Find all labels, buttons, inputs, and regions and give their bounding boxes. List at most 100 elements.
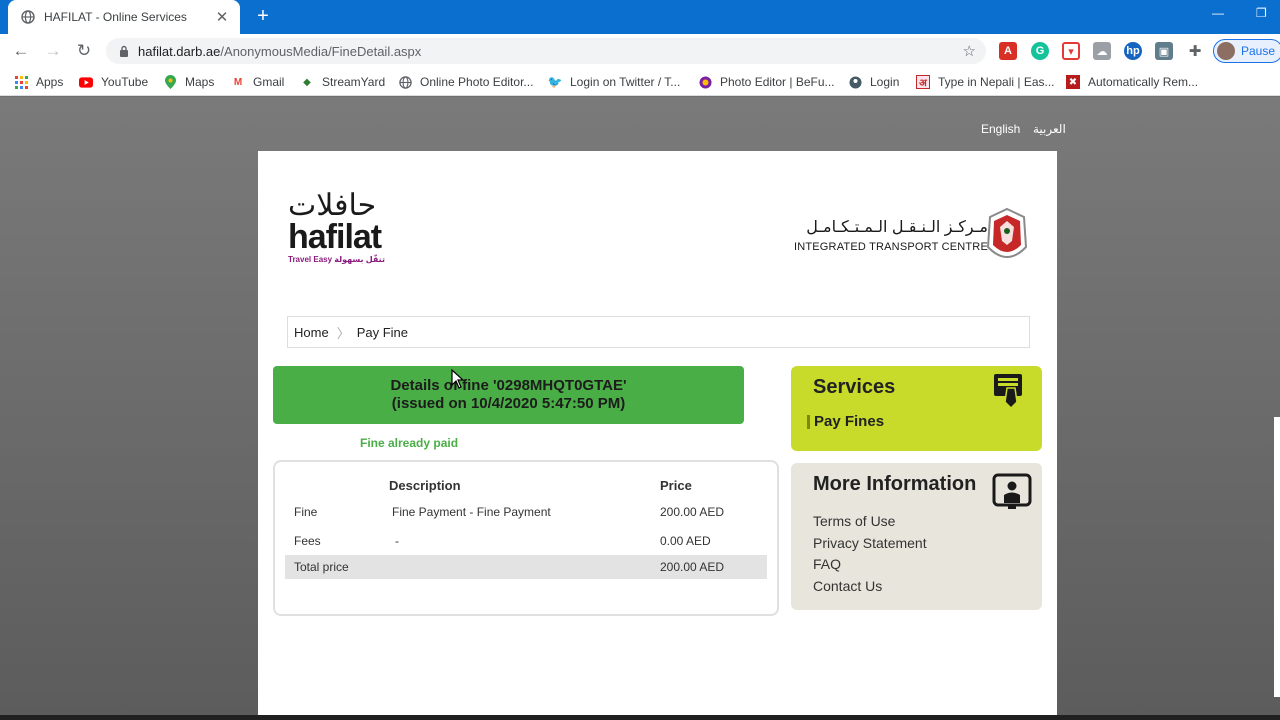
fees-row-label: Fees [294,534,321,548]
fees-row-price: 0.00 AED [660,534,711,548]
itc-logo-english: INTEGRATED TRANSPORT CENTRE [793,241,988,253]
fees-row-description: - [395,534,399,548]
login-icon [848,75,862,89]
breadcrumb-separator-icon: 〉 [336,325,350,341]
extensions-puzzle-icon[interactable]: ✚ [1186,42,1204,60]
terms-of-use-link[interactable]: Terms of Use [813,513,895,529]
more-information-title: More Information [813,473,977,495]
fine-status-text: Fine already paid [360,436,459,450]
bookmark-automatically-remove[interactable]: ✖ Automatically Rem... [1066,74,1198,90]
bookmark-label: Apps [36,75,64,89]
breadcrumb-home-link[interactable]: Home [294,325,329,340]
nepali-icon: अ [916,75,930,89]
fine-details-header: Details of fine '0298MHQT0GTAE' (issued … [273,366,744,424]
total-row-price: 200.00 AED [660,560,725,574]
fine-row-price: 200.00 AED [660,505,725,519]
remove-icon: ✖ [1066,75,1080,89]
hafilat-logo-english: hafilat [288,218,382,256]
hafilat-logo[interactable]: حافلات hafilat Travel Easy تنقّل بسهولة [288,191,388,275]
total-row-label: Total price [294,560,349,574]
grammarly-extension-icon[interactable]: G [1031,42,1049,60]
globe-icon [20,9,36,25]
address-bar[interactable]: hafilat.darb.ae/AnonymousMedia/FineDetai… [106,38,986,64]
page-edge-strip [1274,417,1280,697]
breadcrumb-current: Pay Fine [356,324,409,340]
url-text: hafilat.darb.ae/AnonymousMedia/FineDetai… [138,44,421,59]
maps-pin-icon [163,75,177,89]
bookmark-login[interactable]: Login [848,74,899,90]
fine-header-issued: (issued on 10/4/2020 5:47:50 PM) [391,395,626,412]
content-card: حافلات hafilat Travel Easy تنقّل بسهولة … [258,151,1057,720]
pocket-extension-icon[interactable]: ▾ [1062,42,1080,60]
bookmark-label: Login [870,75,900,89]
browser-tabstrip: HAFILAT - Online Services ✕ + — ❐ [0,0,1280,34]
bookmark-label: YouTube [101,75,149,89]
more-information-panel: More Information Terms of Use Privacy St… [791,463,1042,610]
apps-grid-icon [14,75,28,89]
bookmark-gmail[interactable]: M Gmail [231,74,285,90]
language-arabic-link[interactable]: العربية [1033,122,1066,136]
fine-header-title: Details of fine '0298MHQT0GTAE' [390,377,627,394]
bookmark-label: Automatically Rem... [1088,75,1199,89]
pay-fines-link[interactable]: Pay Fines [807,414,884,429]
bookmark-label: StreamYard [322,75,386,89]
bookmark-type-in-nepali[interactable]: अ Type in Nepali | Eas... [916,74,1055,90]
new-tab-button[interactable]: + [252,6,274,28]
os-taskbar [0,715,1280,720]
hafilat-logo-arabic: حافلات [288,188,377,223]
bookmark-label: Photo Editor | BeFu... [720,75,835,89]
lock-icon [118,44,130,58]
bookmark-online-photo-editor[interactable]: Online Photo Editor... [398,74,533,90]
information-kiosk-icon [992,473,1032,511]
youtube-icon [79,75,93,89]
bookmark-befunky[interactable]: Photo Editor | BeFu... [698,74,835,90]
privacy-statement-link[interactable]: Privacy Statement [813,535,927,551]
language-english-link[interactable]: English [981,122,1020,136]
twitter-icon: 🐦 [547,75,563,89]
bookmark-label: Gmail [253,75,285,89]
bookmark-label: Online Photo Editor... [420,75,534,89]
restore-window-icon[interactable]: ❐ [1256,6,1267,20]
bookmark-youtube[interactable]: YouTube [79,74,148,90]
hp-extension-icon[interactable]: hp [1124,42,1142,60]
browser-tab-active[interactable]: HAFILAT - Online Services ✕ [8,0,240,34]
reload-icon[interactable]: ↻ [73,40,95,62]
column-header-description: Description [389,478,461,493]
fine-row-label: Fine [294,505,318,519]
profile-label: Pause [1241,44,1276,58]
bookmark-twitter[interactable]: 🐦 Login on Twitter / T... [547,74,681,90]
itc-logo-arabic: مـركـز الـنـقـل الـمـتـكـامـل [806,219,988,236]
bookmark-streamyard[interactable]: ◆ StreamYard [300,74,385,90]
url-domain: hafilat.darb.ae [138,43,221,59]
bookmark-star-icon[interactable]: ☆ [963,42,976,60]
minimize-window-icon[interactable]: — [1212,6,1224,20]
bookmarks-bar: Apps YouTube Maps M Gmail ◆ StreamYard O… [0,68,1280,96]
tab-title: HAFILAT - Online Services [44,10,187,24]
url-path: /AnonymousMedia/FineDetail.aspx [220,43,422,59]
gmail-icon: M [233,76,243,88]
download-extension-icon[interactable]: ▣ [1155,42,1173,60]
payment-terminal-icon [991,372,1027,410]
fine-row-description: Fine Payment - Fine Payment [392,505,551,519]
befunky-icon [698,75,712,89]
hafilat-logo-tagline: Travel Easy تنقّل بسهولة [288,255,385,264]
globe-icon [398,75,412,89]
mouse-cursor-icon [451,368,465,389]
profile-button[interactable]: Pause [1213,39,1280,63]
bookmark-label: Type in Nepali | Eas... [938,75,1055,89]
bookmark-apps[interactable]: Apps [14,74,63,90]
contact-us-link[interactable]: Contact Us [813,578,882,594]
faq-link[interactable]: FAQ [813,556,841,572]
back-arrow-icon[interactable]: ← [10,40,32,62]
falcon-emblem-icon [984,207,1030,269]
services-title: Services [813,376,896,398]
tab-close-icon[interactable]: ✕ [214,8,230,26]
acrobat-extension-icon[interactable]: A [999,42,1017,60]
streamyard-icon: ◆ [303,76,311,88]
page-viewport: English العربية حافلات hafilat Travel Ea… [0,97,1280,720]
bookmark-maps[interactable]: Maps [163,74,214,90]
itc-logo: مـركـز الـنـقـل الـمـتـكـامـل INTEGRATED… [794,207,1044,273]
bookmark-label: Maps [185,75,215,89]
cloud-extension-icon[interactable]: ☁ [1093,42,1111,60]
forward-arrow-icon[interactable]: → [42,40,64,62]
